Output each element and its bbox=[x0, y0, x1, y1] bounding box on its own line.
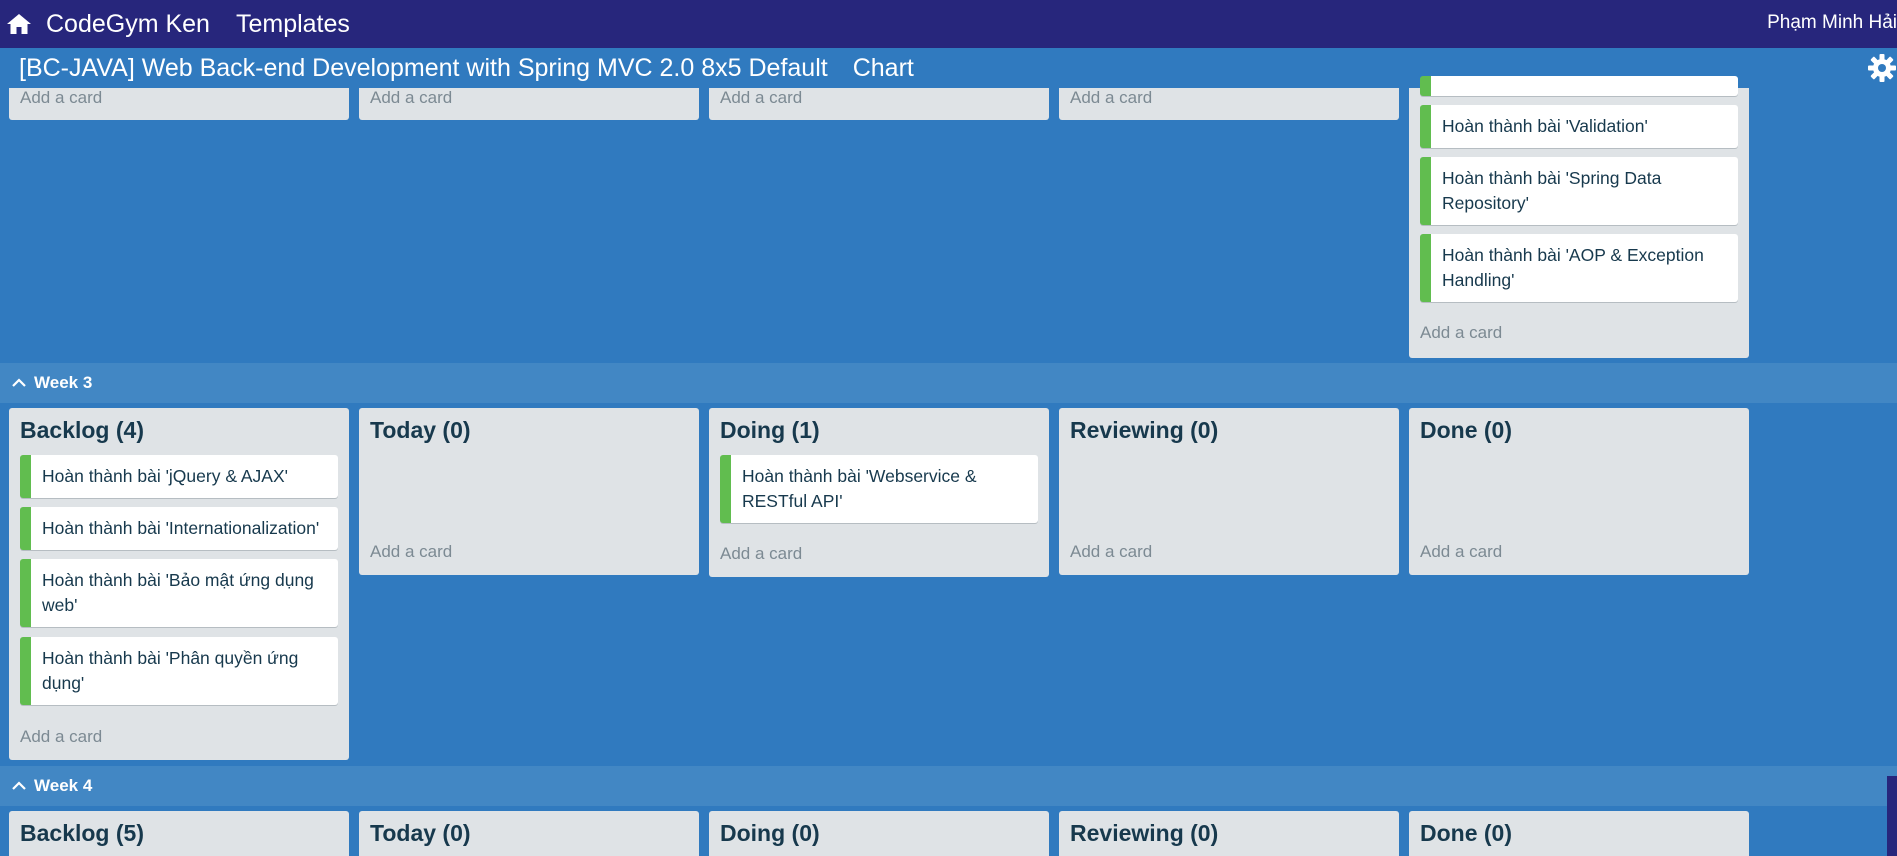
add-card-link[interactable]: Add a card bbox=[720, 544, 802, 564]
card[interactable] bbox=[1420, 76, 1738, 96]
add-card-link[interactable]: Add a card bbox=[370, 88, 452, 108]
week2-list-today: Add a card bbox=[359, 88, 699, 120]
chevron-up-icon[interactable] bbox=[10, 376, 28, 390]
week3-list-reviewing: Reviewing (0) Add a card bbox=[1059, 408, 1399, 575]
list-title[interactable]: Backlog (4) bbox=[20, 417, 144, 444]
add-card-link[interactable]: Add a card bbox=[20, 88, 102, 108]
add-card-link[interactable]: Add a card bbox=[20, 727, 102, 747]
card[interactable]: Hoàn thành bài 'Spring Data Repository' bbox=[1420, 157, 1738, 225]
card[interactable]: Hoàn thành bài 'Webservice & RESTful API… bbox=[720, 455, 1038, 523]
home-icon[interactable] bbox=[6, 12, 32, 36]
week3-list-backlog: Backlog (4) Hoàn thành bài 'jQuery & AJA… bbox=[9, 408, 349, 760]
list-title[interactable]: Reviewing (0) bbox=[1070, 417, 1218, 444]
user-name[interactable]: Phạm Minh Hải bbox=[1767, 12, 1897, 34]
top-navbar: CodeGym Ken Templates Phạm Minh Hải bbox=[0, 0, 1897, 48]
week4-list-today: Today (0) bbox=[359, 811, 699, 856]
week2-list-reviewing: Add a card bbox=[1059, 88, 1399, 120]
week3-list-doing: Doing (1) Hoàn thành bài 'Webservice & R… bbox=[709, 408, 1049, 577]
list-title[interactable]: Today (0) bbox=[370, 417, 471, 444]
list-title[interactable]: Doing (0) bbox=[720, 820, 820, 847]
week3-list-done: Done (0) Add a card bbox=[1409, 408, 1749, 575]
week2-list-done: Hoàn thành bài 'Validation' Hoàn thành b… bbox=[1409, 76, 1749, 358]
chevron-up-icon[interactable] bbox=[10, 779, 28, 793]
swimlane-label: Week 4 bbox=[34, 776, 93, 795]
swimlane-label: Week 3 bbox=[34, 373, 93, 392]
add-card-link[interactable]: Add a card bbox=[1070, 88, 1152, 108]
add-card-link[interactable]: Add a card bbox=[720, 88, 802, 108]
swimlane-week-3[interactable]: Week 3 bbox=[0, 363, 1897, 403]
add-card-link[interactable]: Add a card bbox=[1420, 323, 1502, 343]
swimlane-week-4[interactable]: Week 4 bbox=[0, 766, 1897, 806]
card[interactable]: Hoàn thành bài 'Validation' bbox=[1420, 105, 1738, 148]
card[interactable]: Hoàn thành bài 'jQuery & AJAX' bbox=[20, 455, 338, 498]
add-card-link[interactable]: Add a card bbox=[1070, 542, 1152, 562]
card[interactable]: Hoàn thành bài 'Bảo mật ứng dụng web' bbox=[20, 559, 338, 627]
week4-list-reviewing: Reviewing (0) bbox=[1059, 811, 1399, 856]
add-card-link[interactable]: Add a card bbox=[1420, 542, 1502, 562]
list-title[interactable]: Today (0) bbox=[370, 820, 471, 847]
chart-link[interactable]: Chart bbox=[853, 54, 914, 83]
list-title[interactable]: Reviewing (0) bbox=[1070, 820, 1218, 847]
card[interactable]: Hoàn thành bài 'AOP & Exception Handling… bbox=[1420, 234, 1738, 302]
list-title[interactable]: Backlog (5) bbox=[20, 820, 144, 847]
scrollbar-thumb[interactable] bbox=[1887, 776, 1897, 856]
week2-list-doing: Add a card bbox=[709, 88, 1049, 120]
week3-list-today: Today (0) Add a card bbox=[359, 408, 699, 575]
add-card-link[interactable]: Add a card bbox=[370, 542, 452, 562]
card[interactable]: Hoàn thành bài 'Internationalization' bbox=[20, 507, 338, 550]
week2-list-backlog: Add a card bbox=[9, 88, 349, 120]
list-title[interactable]: Done (0) bbox=[1420, 820, 1512, 847]
gear-icon[interactable] bbox=[1867, 53, 1897, 83]
card[interactable]: Hoàn thành bài 'Phân quyền ứng dụng' bbox=[20, 637, 338, 705]
board-title: [BC-JAVA] Web Back-end Development with … bbox=[19, 53, 828, 82]
list-title[interactable]: Done (0) bbox=[1420, 417, 1512, 444]
week4-list-backlog: Backlog (5) bbox=[9, 811, 349, 856]
list-title[interactable]: Doing (1) bbox=[720, 417, 820, 444]
week4-list-doing: Doing (0) bbox=[709, 811, 1049, 856]
brand-link[interactable]: CodeGym Ken bbox=[46, 10, 210, 39]
week4-list-done: Done (0) bbox=[1409, 811, 1749, 856]
templates-link[interactable]: Templates bbox=[236, 10, 350, 39]
